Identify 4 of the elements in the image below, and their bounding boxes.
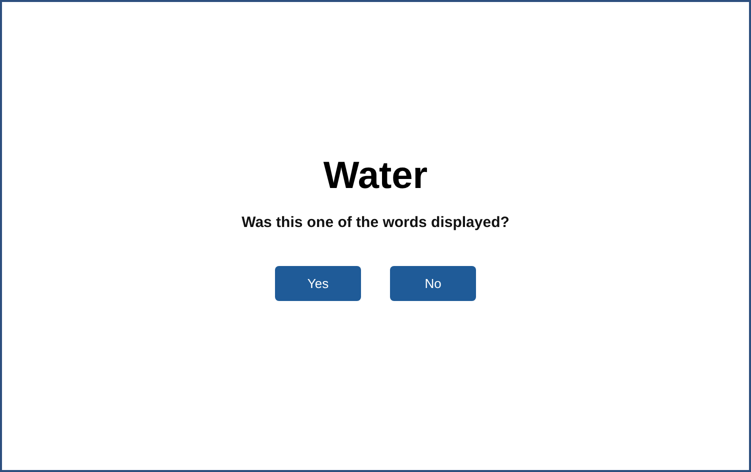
answer-button[interactable]: No: [390, 266, 476, 301]
answer-button[interactable]: Yes: [275, 266, 361, 301]
question-text: Was this one of the words displayed?: [242, 213, 510, 233]
word-text: Water: [323, 154, 428, 199]
